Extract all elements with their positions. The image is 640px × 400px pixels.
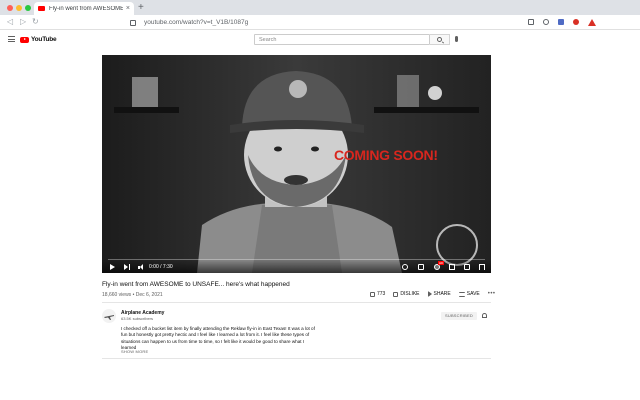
share-icon xyxy=(427,291,432,297)
share-button[interactable]: SHARE xyxy=(427,291,451,297)
thumbs-up-icon xyxy=(370,291,375,297)
new-tab-button[interactable]: + xyxy=(138,3,144,13)
youtube-play-icon xyxy=(20,36,29,43)
video-player[interactable]: COMING SOON! 0:00 / 7:30 HD xyxy=(102,55,491,273)
more-actions-icon[interactable]: ••• xyxy=(488,291,496,297)
extension-icon[interactable] xyxy=(558,19,564,25)
reload-icon[interactable]: ↻ xyxy=(32,17,39,27)
like-count: 773 xyxy=(377,291,386,297)
dislike-label: DISLIKE xyxy=(400,291,420,297)
video-frame xyxy=(102,55,491,273)
youtube-logo-text: YouTube xyxy=(31,36,57,43)
captions-icon[interactable] xyxy=(418,264,424,270)
video-controls: 0:00 / 7:30 HD xyxy=(102,258,491,273)
tab-close-icon[interactable]: × xyxy=(126,5,130,12)
next-icon[interactable] xyxy=(124,264,130,270)
warning-icon[interactable] xyxy=(588,19,596,26)
airplane-icon xyxy=(104,315,114,320)
bookmark-icon[interactable] xyxy=(543,19,549,25)
minimize-window-icon[interactable] xyxy=(16,5,22,11)
video-time: 0:00 / 7:30 xyxy=(149,264,173,270)
fullscreen-icon[interactable] xyxy=(479,264,485,270)
tab-title: Fly-in went from AWESOME to xyxy=(49,5,123,12)
video-meta: 18,660 views • Dec 6, 2021 xyxy=(102,292,163,298)
search-icon xyxy=(437,37,442,42)
menu-icon[interactable] xyxy=(8,36,15,42)
close-window-icon[interactable] xyxy=(7,5,13,11)
channel-avatar[interactable] xyxy=(102,309,116,323)
video-title: Fly-in went from AWESOME to UNSAFE... he… xyxy=(102,281,290,288)
miniplayer-icon[interactable] xyxy=(449,264,455,270)
url-text[interactable]: youtube.com/watch?v=t_V1B/1087g xyxy=(144,19,248,26)
subscribe-button[interactable]: SUBSCRIBED xyxy=(441,312,477,320)
lock-icon xyxy=(130,19,136,26)
share-label: SHARE xyxy=(433,291,451,297)
forward-icon[interactable]: ▷ xyxy=(20,17,26,27)
hd-badge: HD xyxy=(438,261,445,265)
search-box[interactable] xyxy=(254,34,430,45)
divider xyxy=(102,358,491,359)
youtube-logo[interactable]: YouTube xyxy=(20,36,57,43)
search-input[interactable] xyxy=(259,35,429,44)
microphone-icon[interactable] xyxy=(455,36,458,42)
address-bar[interactable]: youtube.com/watch?v=t_V1B/1087g xyxy=(130,17,550,28)
browser-toolbar: ◁ ▷ ↻ youtube.com/watch?v=t_V1B/1087g xyxy=(0,15,640,30)
video-actions: 773 DISLIKE SHARE SAVE ••• xyxy=(370,291,496,297)
save-button[interactable]: SAVE xyxy=(458,291,480,297)
playlist-add-icon xyxy=(458,291,465,297)
back-icon[interactable]: ◁ xyxy=(7,17,13,27)
autoplay-icon[interactable] xyxy=(402,264,408,270)
extension-badge-icon[interactable] xyxy=(573,19,579,25)
browser-tab[interactable]: Fly-in went from AWESOME to × xyxy=(34,2,134,15)
video-description: I checked off a bucket list item by fina… xyxy=(121,326,315,350)
subscriber-count: 63.5K subscribers xyxy=(121,316,154,321)
save-label: SAVE xyxy=(466,291,480,297)
coming-soon-overlay: COMING SOON! xyxy=(334,147,438,163)
youtube-favicon-icon xyxy=(38,6,45,11)
volume-icon[interactable] xyxy=(138,264,144,270)
play-icon[interactable] xyxy=(110,264,115,270)
like-button[interactable]: 773 xyxy=(370,291,385,297)
divider xyxy=(102,302,491,303)
youtube-header: YouTube xyxy=(0,31,640,48)
search-button[interactable] xyxy=(430,34,450,45)
progress-bar[interactable] xyxy=(108,258,485,260)
notification-bell-icon[interactable] xyxy=(482,313,487,318)
maximize-window-icon[interactable] xyxy=(25,5,31,11)
thumbs-down-icon xyxy=(393,291,399,297)
show-more-button[interactable]: SHOW MORE xyxy=(121,349,148,354)
dislike-button[interactable]: DISLIKE xyxy=(393,291,420,297)
extension-icon[interactable] xyxy=(528,19,534,25)
browser-tab-bar: Fly-in went from AWESOME to × + xyxy=(0,0,640,15)
theater-mode-icon[interactable] xyxy=(464,264,470,270)
